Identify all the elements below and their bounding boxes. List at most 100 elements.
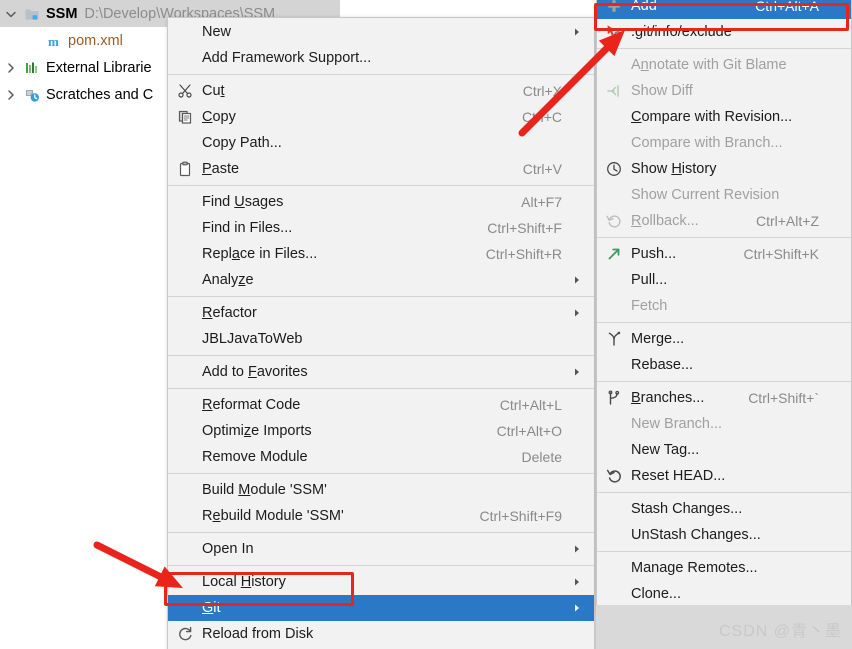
git-manage-remotes[interactable]: Manage Remotes... (597, 555, 851, 581)
git-compare-with-revision[interactable]: Compare with Revision... (597, 104, 851, 130)
menu-item-label: Rebase... (631, 357, 694, 373)
menu-remove-module[interactable]: Remove Module Delete (168, 444, 594, 470)
menu-find-in-files[interactable]: Find in Files... Ctrl+Shift+F (168, 215, 594, 241)
reload-icon (172, 626, 198, 642)
separator-3 (168, 296, 594, 297)
submenu-arrow-icon (570, 308, 584, 318)
libraries-icon (22, 60, 42, 76)
menu-paste[interactable]: Paste Ctrl+V (168, 156, 594, 182)
menu-add-to-favorites[interactable]: Add to Favorites (168, 359, 594, 385)
chevron-right-icon[interactable] (0, 87, 22, 103)
submenu-arrow-icon (570, 27, 584, 37)
green-plus-icon (601, 0, 627, 14)
git-merge[interactable]: Merge... (597, 326, 851, 352)
menu-item-label: Clone... (631, 586, 681, 602)
chevron-right-icon[interactable] (0, 60, 22, 76)
git-branches[interactable]: Branches... Ctrl+Shift+` (597, 385, 851, 411)
menu-item-label: Open In (202, 541, 254, 557)
menu-replace-in-files[interactable]: Replace in Files... Ctrl+Shift+R (168, 241, 594, 267)
menu-item-label: Build Module 'SSM' (202, 482, 327, 498)
menu-item-label: Pull... (631, 272, 668, 288)
menu-reload-from-disk[interactable]: Reload from Disk (168, 621, 594, 647)
git-submenu[interactable]: Add Ctrl+Alt+A .git/info/exclude Annotate w… (596, 0, 852, 609)
menu-refactor[interactable]: Refactor (168, 300, 594, 326)
git-stash-changes[interactable]: Stash Changes... (597, 496, 851, 522)
menu-item-label: Rebuild Module 'SSM' (202, 508, 344, 524)
menu-open-in[interactable]: Open In (168, 536, 594, 562)
git-show-history[interactable]: Show History (597, 156, 851, 182)
menu-reformat-code[interactable]: Reformat Code Ctrl+Alt+L (168, 392, 594, 418)
scratches-icon (22, 87, 42, 103)
menu-item-label: Remove Module (202, 449, 308, 465)
git-separator-2 (597, 237, 851, 238)
menu-optimize-imports[interactable]: Optimize Imports Ctrl+Alt+O (168, 418, 594, 444)
menu-item-label: Paste (202, 161, 240, 177)
tree-item-label: External Librarie (46, 59, 152, 76)
menu-analyze[interactable]: Analyze (168, 267, 594, 293)
menu-item-shortcut: Ctrl+Alt+O (496, 423, 562, 439)
git-add[interactable]: Add Ctrl+Alt+A (597, 0, 851, 19)
menu-item-shortcut: Ctrl+Shift+R (485, 246, 562, 262)
menu-item-label: Replace in Files... (202, 246, 318, 262)
menu-item-label: Branches... (631, 390, 705, 406)
submenu-arrow-icon (570, 367, 584, 377)
git-new-tag[interactable]: New Tag... (597, 437, 851, 463)
menu-item-label: Show Current Revision (631, 187, 780, 203)
maven-m-icon: m (44, 33, 64, 49)
git-show-diff[interactable]: Show Diff (597, 78, 851, 104)
menu-item-label: Rollback... (631, 213, 699, 229)
clock-icon (601, 161, 627, 177)
menu-cut[interactable]: Cut Ctrl+X (168, 78, 594, 104)
menu-item-label: Find Usages (202, 194, 284, 210)
menu-item-label: Refactor (202, 305, 257, 321)
menu-jbljavatoweb[interactable]: JBLJavaToWeb (168, 326, 594, 352)
git-rollback[interactable]: Rollback... Ctrl+Alt+Z (597, 208, 851, 234)
menu-copy-path[interactable]: Copy Path... (168, 130, 594, 156)
menu-item-label: Show History (631, 161, 717, 177)
rollback-icon (601, 213, 627, 229)
separator-5 (168, 388, 594, 389)
show-diff-icon (601, 83, 627, 99)
menu-find-usages[interactable]: Find Usages Alt+F7 (168, 189, 594, 215)
git-unstash-changes[interactable]: UnStash Changes... (597, 522, 851, 548)
menu-add-framework-support[interactable]: Add Framework Support... (168, 45, 594, 71)
git-new-branch[interactable]: New Branch... (597, 411, 851, 437)
git-rebase[interactable]: Rebase... (597, 352, 851, 378)
menu-item-shortcut: Ctrl+C (521, 109, 562, 125)
menu-item-shortcut: Ctrl+Shift+F (487, 220, 562, 236)
git-show-current-revision[interactable]: Show Current Revision (597, 182, 851, 208)
git-pull[interactable]: Pull... (597, 267, 851, 293)
project-context-menu[interactable]: New Add Framework Support... Cut Ctrl+X Copy… (167, 17, 595, 649)
menu-item-label: Find in Files... (202, 220, 293, 236)
menu-item-shortcut: Ctrl+Shift+K (743, 246, 819, 262)
menu-item-label: Local History (202, 574, 286, 590)
git-push[interactable]: Push... Ctrl+Shift+K (597, 241, 851, 267)
git-fetch[interactable]: Fetch (597, 293, 851, 319)
menu-git[interactable]: Git (168, 595, 594, 621)
menu-rebuild-module[interactable]: Rebuild Module 'SSM' Ctrl+Shift+F9 (168, 503, 594, 529)
submenu-arrow-icon (570, 275, 584, 285)
menu-item-label: New (202, 24, 232, 40)
menu-new[interactable]: New (168, 19, 594, 45)
menu-copy[interactable]: Copy Ctrl+C (168, 104, 594, 130)
push-arrow-icon (601, 246, 627, 262)
separator-8 (168, 565, 594, 566)
menu-item-label: Git (202, 600, 221, 616)
menu-build-module[interactable]: Build Module 'SSM' (168, 477, 594, 503)
menu-item-label: Stash Changes... (631, 501, 743, 517)
menu-item-label: Compare with Revision... (631, 109, 793, 125)
menu-local-history[interactable]: Local History (168, 569, 594, 595)
menu-item-label: Compare with Branch... (631, 135, 783, 151)
submenu-arrow-icon (570, 577, 584, 587)
git-annotate-with-git-blame[interactable]: Annotate with Git Blame (597, 52, 851, 78)
tree-item-label: SSM (46, 5, 78, 22)
chevron-down-icon[interactable] (0, 6, 22, 22)
menu-item-label: Add (631, 0, 657, 14)
git-reset-head[interactable]: Reset HEAD... (597, 463, 851, 489)
git-ignore-icon (601, 24, 627, 40)
git-ignore-exclude[interactable]: .git/info/exclude (597, 19, 851, 45)
tree-item-label: Scratches and C (46, 86, 154, 103)
git-clone[interactable]: Clone... (597, 581, 851, 607)
git-separator-6 (597, 551, 851, 552)
git-compare-with-branch[interactable]: Compare with Branch... (597, 130, 851, 156)
